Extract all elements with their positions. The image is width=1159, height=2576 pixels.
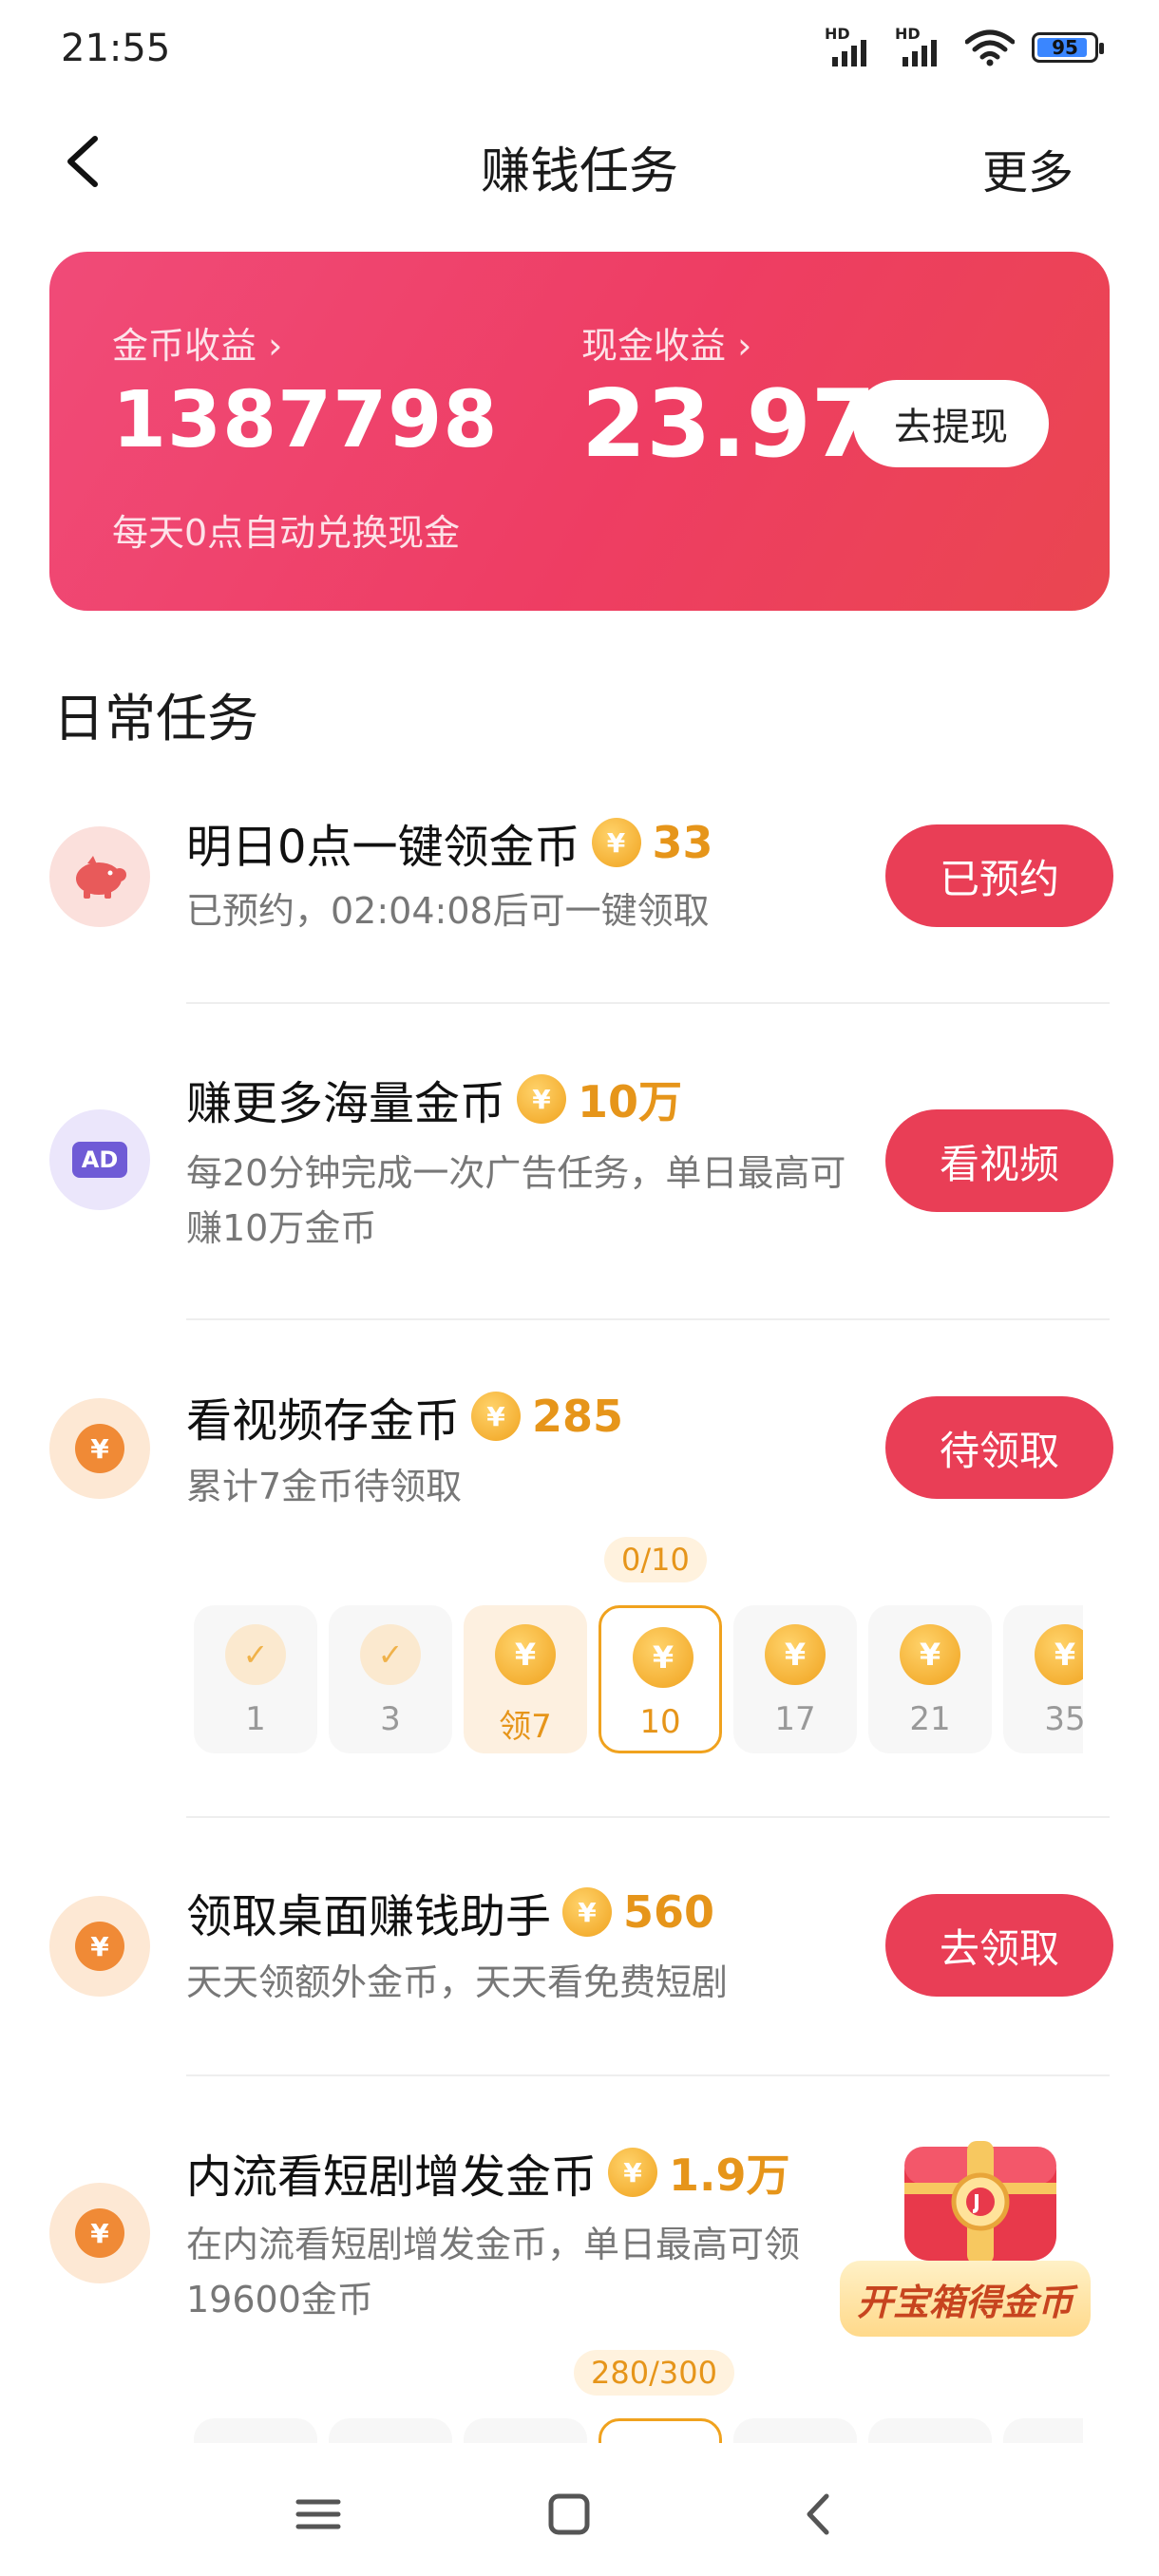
coin-icon: ¥ bbox=[562, 1887, 613, 1937]
coin-icon: ¥ bbox=[591, 818, 641, 867]
coin-icon: ¥ bbox=[1035, 1624, 1083, 1685]
coin-icon: ¥ bbox=[900, 1624, 960, 1685]
chevron-right-icon: › bbox=[256, 325, 283, 367]
nav-bar: 赚钱任务 更多 bbox=[0, 114, 1159, 209]
coin-earnings-value: 1387798 bbox=[112, 375, 499, 465]
pending-claim-button[interactable]: 待领取 bbox=[885, 1396, 1113, 1499]
treasure-chest-icon bbox=[904, 2141, 1056, 2264]
task-title: 领取桌面赚钱助手 ¥ 560 bbox=[186, 1886, 715, 1943]
claim-button[interactable]: 去领取 bbox=[885, 1894, 1113, 1997]
check-icon: ✓ bbox=[360, 1624, 421, 1685]
reserved-button[interactable]: 已预约 bbox=[885, 824, 1113, 927]
yen-coin-icon: ¥ bbox=[49, 1398, 150, 1499]
task-desc: 每20分钟完成一次广告任务，单日最高可赚10万金币 bbox=[186, 1152, 846, 1249]
task-reward: 1.9万 bbox=[669, 2150, 790, 2201]
signal-icon: HD bbox=[895, 25, 948, 66]
wifi-icon bbox=[965, 29, 1015, 66]
step-item[interactable] bbox=[598, 2418, 722, 2443]
status-bar: 21:55 HD HD 95 bbox=[0, 0, 1159, 104]
task-title: 内流看短剧增发金币 ¥ 1.9万 bbox=[186, 2139, 790, 2206]
divider bbox=[186, 1002, 1110, 1004]
step-item[interactable]: ✓ 1 bbox=[194, 1605, 317, 1753]
step-item[interactable] bbox=[464, 2418, 587, 2443]
progress-bubble: 280/300 bbox=[574, 2350, 734, 2396]
coin-earnings-link[interactable]: 金币收益 › bbox=[112, 316, 282, 369]
system-nav-bar bbox=[0, 2443, 1159, 2576]
task-title: 赚更多海量金币 ¥ 10万 bbox=[186, 1066, 682, 1132]
ad-icon: AD bbox=[49, 1109, 150, 1210]
coin-stepper[interactable] bbox=[194, 2418, 1083, 2443]
withdraw-button[interactable]: 去提现 bbox=[853, 380, 1049, 467]
task-reward: 10万 bbox=[578, 1076, 683, 1127]
coin-icon: ¥ bbox=[608, 2148, 658, 2197]
step-item[interactable] bbox=[733, 2418, 857, 2443]
status-icons: HD HD 95 bbox=[825, 25, 1104, 66]
back-icon[interactable] bbox=[787, 2481, 853, 2548]
coin-icon: ¥ bbox=[517, 1074, 567, 1124]
treasure-label: 开宝箱得金币 bbox=[840, 2261, 1092, 2337]
more-button[interactable]: 更多 bbox=[982, 135, 1074, 201]
step-item[interactable]: ¥ 10 bbox=[598, 1605, 722, 1753]
coin-icon: ¥ bbox=[765, 1624, 826, 1685]
step-item[interactable]: ✓ 3 bbox=[329, 1605, 452, 1753]
task-desc: 天天领额外金币，天天看免费短剧 bbox=[186, 1961, 729, 2003]
chevron-right-icon: › bbox=[726, 325, 752, 367]
check-icon: ✓ bbox=[225, 1624, 286, 1685]
task-title: 看视频存金币 ¥ 285 bbox=[186, 1391, 624, 1448]
step-item[interactable] bbox=[329, 2418, 452, 2443]
task-desc: 在内流看短剧增发金币，单日最高可领19600金币 bbox=[186, 2224, 801, 2320]
task-reward: 33 bbox=[652, 817, 713, 868]
piggy-bank-icon bbox=[49, 826, 150, 927]
section-title: 日常任务 bbox=[53, 689, 258, 748]
task-reward: 560 bbox=[623, 1886, 715, 1938]
step-item[interactable]: ¥ 21 bbox=[868, 1605, 992, 1753]
progress-bubble: 0/10 bbox=[604, 1537, 707, 1582]
step-item[interactable] bbox=[868, 2418, 992, 2443]
home-icon[interactable] bbox=[536, 2481, 602, 2548]
step-item[interactable]: ¥ 领7 bbox=[464, 1605, 587, 1753]
step-item[interactable] bbox=[1003, 2418, 1083, 2443]
yen-coin-icon: ¥ bbox=[49, 2183, 150, 2283]
task-desc: 已预约，02:04:08后可一键领取 bbox=[186, 890, 710, 932]
coin-stepper[interactable]: ✓ 1 ✓ 3 ¥ 领7 ¥ 10 ¥ 17 ¥ 21 ¥ 35 bbox=[194, 1605, 1083, 1757]
exchange-note: 每天0点自动兑换现金 bbox=[112, 512, 461, 554]
menu-icon[interactable] bbox=[285, 2481, 352, 2548]
step-item[interactable] bbox=[194, 2418, 317, 2443]
treasure-box-widget[interactable]: 开宝箱得金币 bbox=[838, 2109, 1123, 2346]
watch-video-button[interactable]: 看视频 bbox=[885, 1109, 1113, 1212]
task-reward: 285 bbox=[532, 1391, 624, 1442]
status-time: 21:55 bbox=[61, 27, 171, 70]
divider bbox=[186, 1816, 1110, 1818]
cash-earnings-value: 23.97 bbox=[581, 370, 876, 479]
divider bbox=[186, 1318, 1110, 1320]
step-item[interactable]: ¥ 35 bbox=[1003, 1605, 1083, 1753]
yen-coin-icon: ¥ bbox=[49, 1896, 150, 1997]
coin-icon: ¥ bbox=[495, 1624, 556, 1685]
coin-icon: ¥ bbox=[471, 1392, 522, 1441]
earnings-card: 金币收益 › 1387798 现金收益 › 23.97 去提现 每天0点自动兑换… bbox=[49, 252, 1110, 611]
divider bbox=[186, 2074, 1110, 2076]
battery-icon: 95 bbox=[1032, 32, 1104, 63]
task-desc: 累计7金币待领取 bbox=[186, 1466, 463, 1507]
cash-earnings-link[interactable]: 现金收益 › bbox=[581, 316, 751, 369]
step-item[interactable]: ¥ 17 bbox=[733, 1605, 857, 1753]
task-title: 明日0点一键领金币 ¥ 33 bbox=[186, 817, 713, 874]
signal-icon: HD bbox=[825, 25, 878, 66]
coin-icon: ¥ bbox=[633, 1627, 694, 1688]
